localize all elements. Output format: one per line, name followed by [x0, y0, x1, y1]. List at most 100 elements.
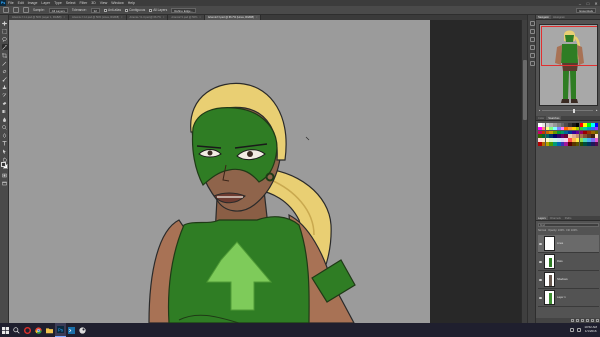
- tab-channels[interactable]: Channels: [548, 216, 563, 220]
- layer-row[interactable]: Lines: [538, 235, 599, 253]
- dodge-tool-icon[interactable]: [2, 124, 8, 130]
- history-brush-tool-icon[interactable]: [2, 92, 8, 98]
- adjustments-panel-icon[interactable]: [529, 61, 535, 66]
- pen-tool-icon[interactable]: [2, 132, 8, 138]
- crop-tool-icon[interactable]: [2, 52, 8, 58]
- all-layers-checkbox[interactable]: All Layers: [149, 8, 167, 12]
- sample-select[interactable]: All Layers: [48, 7, 68, 13]
- layer-row[interactable]: Shadows: [538, 271, 599, 289]
- eraser-tool-icon[interactable]: [2, 100, 8, 106]
- eye-icon[interactable]: [539, 296, 542, 299]
- layer-style-icon[interactable]: [576, 319, 579, 322]
- path-selection-tool-icon[interactable]: [2, 148, 8, 154]
- menu-image[interactable]: Image: [26, 1, 40, 5]
- healing-brush-tool-icon[interactable]: [2, 68, 8, 74]
- close-icon[interactable]: ×: [199, 16, 201, 19]
- zoom-in-icon[interactable]: ▲: [595, 109, 598, 112]
- menu-3d[interactable]: 3D: [89, 1, 97, 5]
- menu-help[interactable]: Help: [126, 1, 137, 5]
- layer-filter-select[interactable]: Kind: [538, 223, 599, 227]
- taskbar-app-chrome[interactable]: [33, 323, 44, 337]
- tab-paths[interactable]: Paths: [563, 216, 574, 220]
- tab-swatches[interactable]: Swatches: [546, 116, 562, 120]
- menu-filter[interactable]: Filter: [78, 1, 90, 5]
- type-tool-icon[interactable]: [2, 140, 8, 146]
- character-panel-icon[interactable]: [529, 45, 535, 50]
- paragraph-panel-icon[interactable]: [529, 53, 535, 58]
- fill-field[interactable]: Fill: 100%: [566, 229, 577, 233]
- tolerance-input[interactable]: 32: [90, 7, 100, 13]
- menu-select[interactable]: Select: [64, 1, 78, 5]
- menu-file[interactable]: File: [6, 1, 16, 5]
- network-icon[interactable]: [570, 328, 575, 332]
- maximize-button[interactable]: □: [584, 1, 592, 6]
- minimize-button[interactable]: –: [576, 1, 584, 6]
- brush-panel-icon[interactable]: [529, 37, 535, 42]
- menu-type[interactable]: Type: [52, 1, 64, 5]
- layer-row[interactable]: Layer 1: [538, 289, 599, 307]
- new-selection-icon[interactable]: [13, 7, 19, 13]
- taskbar-app-photoshop[interactable]: Ps: [55, 323, 66, 337]
- search-button[interactable]: [11, 323, 22, 337]
- zoom-out-icon[interactable]: ▴: [539, 109, 540, 112]
- close-icon[interactable]: ×: [121, 16, 123, 19]
- contiguous-checkbox[interactable]: Contiguous: [125, 8, 145, 12]
- eyedropper-tool-icon[interactable]: [2, 60, 8, 66]
- workspace-select[interactable]: Essentials: [576, 7, 596, 13]
- tool-preset-icon[interactable]: [3, 7, 9, 13]
- blend-mode-select[interactable]: Normal: [538, 229, 546, 233]
- document-canvas[interactable]: [9, 20, 430, 323]
- properties-panel-icon[interactable]: [529, 29, 535, 34]
- delete-layer-icon[interactable]: [596, 319, 599, 322]
- navigator-preview[interactable]: [539, 24, 598, 106]
- taskbar-app-steam[interactable]: [77, 323, 88, 337]
- eye-icon[interactable]: [539, 242, 542, 245]
- zoom-slider[interactable]: [542, 108, 594, 113]
- marquee-tool-icon[interactable]: [2, 28, 8, 34]
- foreground-color-swatch[interactable]: [1, 162, 6, 167]
- add-selection-icon[interactable]: [23, 7, 29, 13]
- menu-layer[interactable]: Layer: [39, 1, 52, 5]
- tab-layers[interactable]: Layers: [536, 216, 548, 220]
- brush-tool-icon[interactable]: [2, 76, 8, 82]
- close-icon[interactable]: ×: [163, 16, 165, 19]
- close-button[interactable]: ✕: [592, 1, 600, 6]
- color-swatch[interactable]: [594, 141, 599, 146]
- screen-mode-icon[interactable]: [2, 180, 8, 186]
- tab-color[interactable]: Color: [536, 116, 546, 120]
- quick-mask-icon[interactable]: [2, 172, 8, 178]
- tab-navigator[interactable]: Navigator: [536, 15, 552, 19]
- layer-row[interactable]: Flats: [538, 253, 599, 271]
- clock[interactable]: 10:52 AM 1/1/2016: [584, 326, 597, 333]
- anti-alias-checkbox[interactable]: Anti-alias: [103, 8, 121, 12]
- refine-edge-button[interactable]: Refine Edge...: [171, 7, 197, 13]
- menu-view[interactable]: View: [98, 1, 110, 5]
- eye-icon[interactable]: [539, 260, 542, 263]
- lasso-tool-icon[interactable]: [2, 36, 8, 42]
- taskbar-app-explorer[interactable]: [44, 323, 55, 337]
- navigator-view-box[interactable]: [541, 26, 597, 66]
- close-icon[interactable]: ×: [256, 16, 258, 19]
- blur-tool-icon[interactable]: [2, 116, 8, 122]
- zoom-slider-knob[interactable]: [572, 108, 575, 113]
- new-layer-icon[interactable]: [591, 319, 594, 322]
- canvas-workspace[interactable]: [9, 20, 527, 323]
- tab-histogram[interactable]: Histogram: [551, 15, 567, 19]
- taskbar-app-terminal[interactable]: [66, 323, 77, 337]
- eye-icon[interactable]: [539, 278, 542, 281]
- menu-window[interactable]: Window: [109, 1, 125, 5]
- opacity-field[interactable]: Opacity: 100%: [548, 229, 564, 233]
- history-panel-icon[interactable]: [529, 21, 535, 26]
- close-icon[interactable]: ×: [63, 16, 65, 19]
- add-mask-icon[interactable]: [581, 319, 584, 322]
- clone-stamp-tool-icon[interactable]: [2, 84, 8, 90]
- menu-edit[interactable]: Edit: [16, 1, 26, 5]
- link-layers-icon[interactable]: [571, 319, 574, 322]
- move-tool-icon[interactable]: [2, 20, 8, 26]
- gradient-tool-icon[interactable]: [2, 108, 8, 114]
- taskbar-app-opera[interactable]: [22, 323, 33, 337]
- volume-icon[interactable]: [577, 328, 582, 332]
- start-button[interactable]: [0, 323, 11, 337]
- new-group-icon[interactable]: [586, 319, 589, 322]
- magic-wand-tool-icon[interactable]: [1, 44, 8, 50]
